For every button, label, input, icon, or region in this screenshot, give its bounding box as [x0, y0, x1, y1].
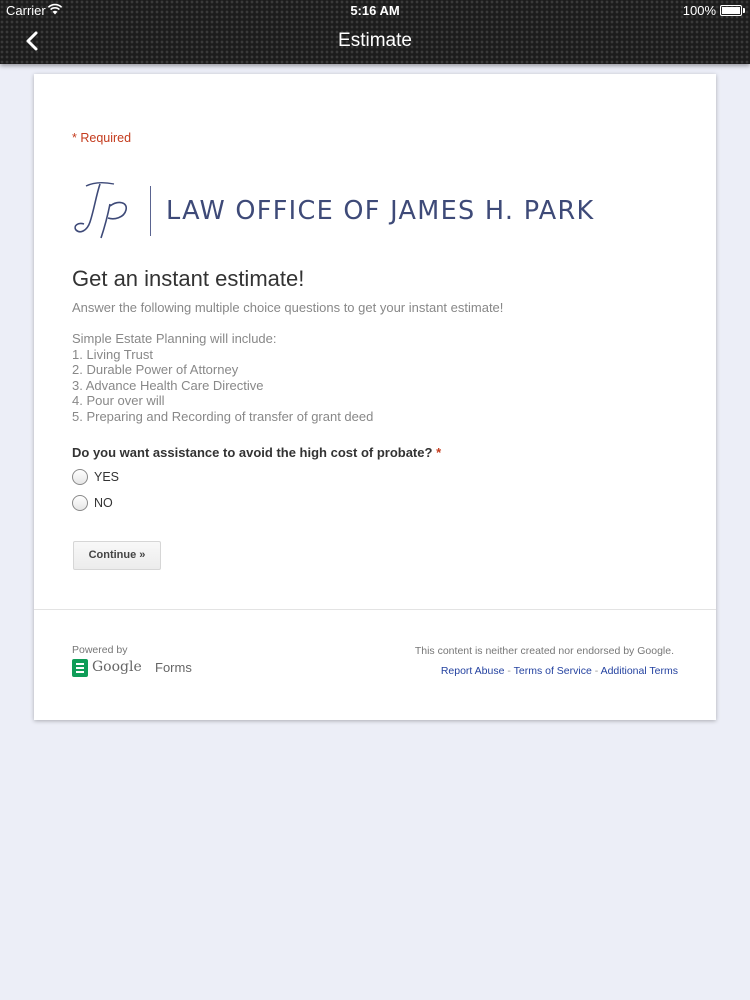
option-yes[interactable]: YES	[72, 468, 152, 488]
option-no[interactable]: NO	[72, 494, 152, 514]
required-note: * Required	[72, 131, 132, 145]
form-title: Get an instant estimate!	[72, 266, 305, 291]
jp-monogram-logo	[74, 181, 128, 239]
option-yes-label[interactable]: YES	[94, 470, 119, 484]
forms-wordmark: Forms	[155, 660, 192, 675]
clock: 5:16 AM	[350, 3, 400, 18]
form-card: * Required LAW OFFICE OF JAMES H. PARK G…	[34, 74, 716, 720]
plan-item: 4. Pour over will	[72, 393, 165, 408]
option-no-label[interactable]: NO	[94, 496, 113, 510]
link-separator: -	[504, 665, 514, 677]
plan-item: 2. Durable Power of Attorney	[72, 362, 239, 377]
nav-title: Estimate	[338, 30, 412, 51]
report-abuse-link[interactable]: Report Abuse	[441, 665, 505, 677]
additional-terms-link[interactable]: Additional Terms	[601, 665, 678, 677]
plan-item: 5. Preparing and Recording of transfer o…	[72, 408, 374, 424]
powered-by-label: Powered by	[72, 644, 128, 656]
form-description: Answer the following multiple choice que…	[72, 300, 504, 315]
required-star: *	[436, 445, 442, 460]
plan-item: 1. Living Trust	[72, 346, 153, 362]
logo-divider	[150, 186, 151, 236]
plan-details: Simple Estate Planning will include: 1. …	[72, 331, 373, 424]
question-text: Do you want assistance to avoid the high…	[72, 445, 433, 460]
battery-icon	[720, 5, 745, 16]
footer-divider	[34, 609, 716, 610]
radio-no[interactable]	[72, 495, 88, 511]
plan-details-intro: Simple Estate Planning will include:	[72, 331, 277, 346]
top-bar: Carrier 5:16 AM 100% Estimate	[0, 0, 750, 64]
firm-name: LAW OFFICE OF JAMES H. PARK	[166, 196, 595, 226]
firm-logo: LAW OFFICE OF JAMES H. PARK	[70, 178, 680, 240]
radio-yes[interactable]	[72, 469, 88, 485]
status-bar: Carrier 5:16 AM 100%	[0, 0, 750, 22]
footer-links: Report Abuse - Terms of Service - Additi…	[441, 665, 678, 677]
battery-percent: 100%	[682, 3, 716, 18]
link-separator: -	[591, 665, 601, 677]
probate-question: Do you want assistance to avoid the high…	[72, 445, 441, 460]
forms-icon	[72, 659, 88, 677]
continue-button[interactable]: Continue »	[73, 541, 161, 570]
plan-item: 3. Advance Health Care Directive	[72, 377, 264, 393]
google-wordmark: Google	[92, 659, 142, 675]
terms-of-service-link[interactable]: Terms of Service	[514, 665, 592, 677]
google-disclaimer: This content is neither created nor endo…	[414, 645, 674, 657]
